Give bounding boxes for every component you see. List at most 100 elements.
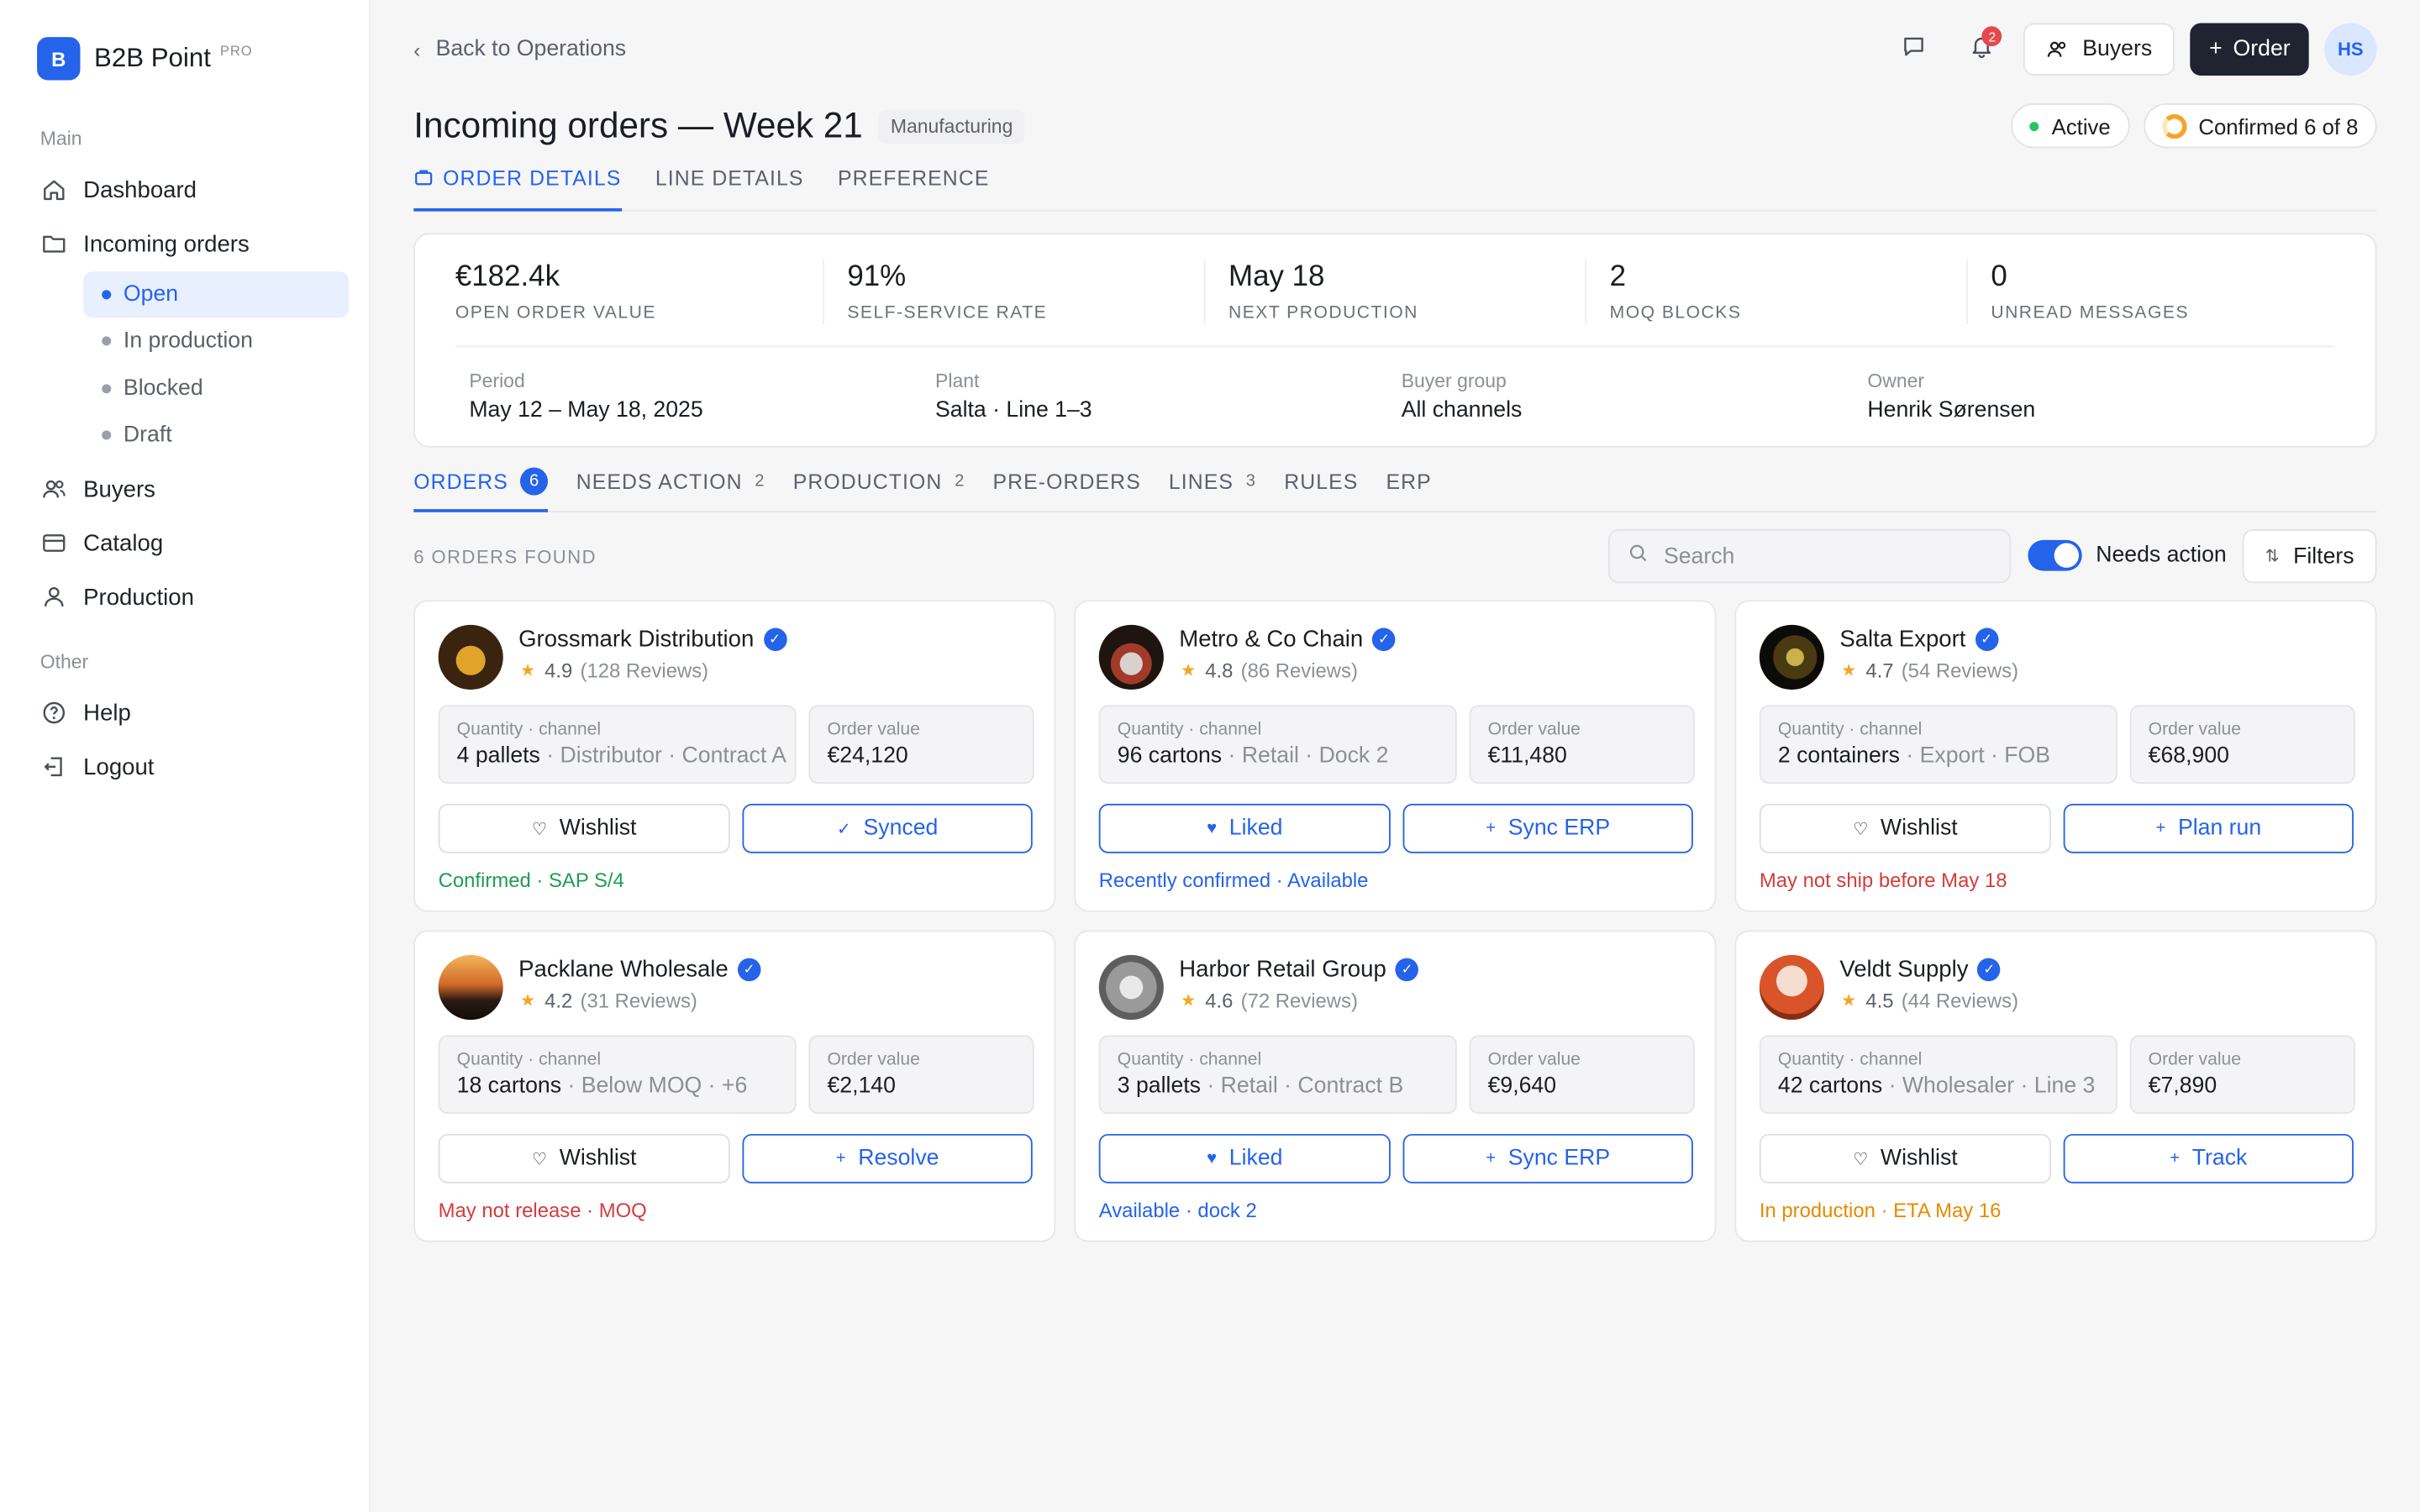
- order-card: Veldt Supply ✓ ★ 4.5 (44 Reviews) Quanti…: [1734, 930, 2377, 1242]
- kpi-value: May 18: [1228, 260, 1325, 293]
- tab-rules[interactable]: RULES: [1284, 468, 1358, 512]
- sidebar-item-dashboard[interactable]: Dashboard: [40, 166, 197, 213]
- order-value-box: Order value €68,900: [2129, 705, 2355, 785]
- sidebar-item-label: Incoming orders: [83, 230, 250, 257]
- sidebar-item-incoming-orders[interactable]: Incoming orders: [40, 221, 250, 267]
- plus-icon: +: [2170, 1149, 2181, 1168]
- sidebar-item-buyers[interactable]: Buyers: [40, 466, 155, 512]
- wishlist-button[interactable]: ♡ Wishlist: [1759, 1133, 2051, 1184]
- order-value-label: Order value: [827, 720, 920, 739]
- track-button[interactable]: + Track: [2063, 1133, 2354, 1184]
- kpi-self-service-rate: 91% SELF-SERVICE RATE: [847, 260, 1047, 322]
- search-input[interactable]: [1663, 543, 1973, 569]
- buyer-name: Grossmark Distribution: [518, 626, 755, 653]
- sync-erp-button[interactable]: + Sync ERP: [1402, 1133, 1693, 1184]
- buyers-button[interactable]: Buyers: [2023, 23, 2175, 76]
- tab-production[interactable]: PRODUCTION 2: [793, 468, 965, 512]
- sidebar-sub-item-draft[interactable]: Draft: [83, 412, 349, 458]
- sidebar-sub-item-blocked[interactable]: Blocked: [83, 365, 349, 412]
- order-value: €11,480: [1487, 743, 1567, 769]
- check-icon: ✓: [836, 820, 851, 839]
- quantity-label: Quantity · channel: [1117, 1050, 1262, 1069]
- buyer-name-row[interactable]: Veldt Supply ✓: [1839, 957, 2002, 983]
- buyer-name: Harbor Retail Group: [1179, 956, 1386, 983]
- brand[interactable]: B B2B Point PRO: [37, 37, 253, 81]
- buyer-name-row[interactable]: Metro & Co Chain ✓: [1179, 627, 1396, 653]
- order-status-text: In production · ETA May 16: [1759, 1199, 2002, 1222]
- tab-label: ORDERS: [413, 470, 508, 493]
- quantity-box: Quantity · channel 96 cartons · Retail ·…: [1098, 705, 1457, 785]
- back-link[interactable]: ‹ Back to Operations: [413, 37, 626, 61]
- meta-label: Owner: [1867, 370, 1925, 392]
- tab-count-badge: 2: [955, 472, 965, 491]
- tab-count-badge: 2: [755, 472, 765, 491]
- heart-outline-icon: ♡: [1853, 1150, 1869, 1169]
- plus-icon: +: [2209, 37, 2223, 62]
- needs-action-toggle-group: Needs action: [2028, 539, 2227, 571]
- tab-orders[interactable]: ORDERS 6: [413, 466, 549, 512]
- messages-button[interactable]: [1888, 24, 1940, 76]
- sidebar-item-catalog[interactable]: Catalog: [40, 520, 163, 566]
- plan-run-button[interactable]: + Plan run: [2063, 803, 2354, 853]
- sub-item-label: Draft: [123, 423, 172, 448]
- star-icon: ★: [1181, 991, 1197, 1011]
- review-count: (128 Reviews): [580, 659, 709, 682]
- user-icon: [40, 583, 68, 611]
- search-box: [1607, 528, 2012, 584]
- buyer-name-row[interactable]: Packlane Wholesale ✓: [518, 957, 761, 983]
- status-active-label: Active: [2051, 113, 2111, 139]
- liked-button[interactable]: ♥ Liked: [1098, 1133, 1391, 1184]
- bullet-icon: [102, 290, 112, 300]
- sidebar-item-label: Logout: [83, 753, 155, 780]
- user-avatar[interactable]: HS: [2324, 23, 2377, 76]
- needs-action-toggle[interactable]: [2028, 539, 2082, 571]
- tab-erp[interactable]: ERP: [1386, 468, 1431, 512]
- liked-button[interactable]: ♥ Liked: [1098, 803, 1391, 853]
- tab-lines[interactable]: LINES 3: [1169, 468, 1256, 512]
- buyer-name-row[interactable]: Grossmark Distribution ✓: [518, 627, 786, 653]
- tab-pre-orders[interactable]: PRE-ORDERS: [992, 468, 1140, 512]
- notifications-button[interactable]: 2: [1956, 24, 2008, 76]
- brand-logo: B: [37, 37, 81, 81]
- quantity-value: 4 pallets · Distributor · Contract A: [457, 743, 786, 768]
- order-value-label: Order value: [827, 1050, 920, 1069]
- wishlist-button[interactable]: ♡ Wishlist: [438, 803, 730, 853]
- wishlist-button[interactable]: ♡ Wishlist: [1759, 803, 2051, 853]
- sync-erp-button[interactable]: + Sync ERP: [1402, 803, 1693, 853]
- filters-button[interactable]: ⇅ Filters: [2242, 528, 2377, 584]
- heart-outline-icon: ♡: [531, 820, 548, 839]
- page-title-row: Incoming orders — Week 21 Manufacturing: [413, 105, 1026, 147]
- meta-label: Plant: [935, 370, 980, 392]
- kpi-unread-messages: 0 UNREAD MESSAGES: [1991, 260, 2189, 322]
- rating: ★ 4.7 (54 Reviews): [1841, 659, 2018, 682]
- tab-line-details[interactable]: LINE DETAILS: [655, 166, 804, 211]
- buyer-name-row[interactable]: Harbor Retail Group ✓: [1179, 956, 1419, 983]
- quantity-value: 18 cartons · Below MOQ · +6: [457, 1074, 778, 1098]
- quantity-box: Quantity · channel 2 containers · Export…: [1759, 705, 2118, 785]
- heart-outline-icon: ♡: [531, 1150, 548, 1169]
- review-count: (31 Reviews): [580, 989, 697, 1012]
- category-tag: Manufacturing: [878, 108, 1026, 143]
- button-label: Synced: [863, 816, 939, 842]
- quantity-value: 3 pallets · Retail · Contract B: [1118, 1074, 1439, 1098]
- wishlist-button[interactable]: ♡ Wishlist: [438, 1133, 730, 1184]
- bullet-icon: [102, 336, 112, 346]
- sidebar-item-production[interactable]: Production: [40, 574, 194, 620]
- pro-badge: PRO: [219, 43, 253, 59]
- synced-button[interactable]: ✓ Synced: [742, 803, 1033, 853]
- tab-preference[interactable]: PREFERENCE: [838, 166, 989, 211]
- buyer-name-row[interactable]: Salta Export ✓: [1839, 627, 1999, 653]
- buyer-avatar: [1098, 624, 1164, 690]
- sidebar-sub-item-in-production[interactable]: In production: [83, 318, 349, 364]
- tab-order-details[interactable]: ORDER DETAILS: [413, 166, 622, 212]
- tab-needs-action[interactable]: NEEDS ACTION 2: [576, 468, 765, 512]
- sidebar-item-logout[interactable]: Logout: [40, 743, 155, 790]
- new-order-button[interactable]: + Order: [2191, 23, 2309, 76]
- sidebar-sub-item-open[interactable]: Open: [83, 271, 350, 318]
- resolve-button[interactable]: + Resolve: [742, 1133, 1033, 1184]
- kpi-next-production: May 18 NEXT PRODUCTION: [1228, 260, 1418, 322]
- verified-icon: ✓: [1975, 627, 1999, 652]
- tab-label: ERP: [1386, 470, 1432, 493]
- kpi-divider: [1965, 259, 1968, 324]
- sidebar-item-help[interactable]: Help: [40, 690, 131, 736]
